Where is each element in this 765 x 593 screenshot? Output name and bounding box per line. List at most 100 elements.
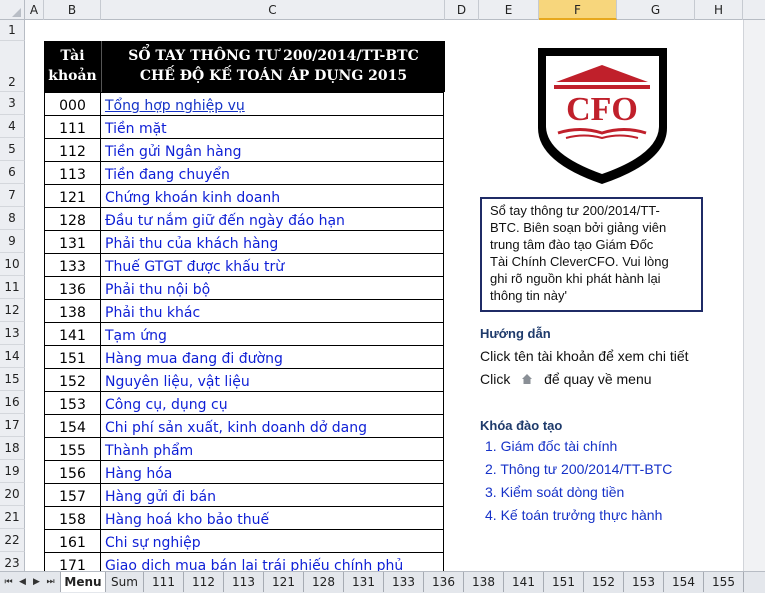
row-header[interactable]: 2 <box>0 41 25 92</box>
sheet-tab[interactable]: 112 <box>184 572 224 592</box>
sheet-tab[interactable]: 152 <box>584 572 624 592</box>
account-name-link[interactable]: Đầu tư nắm giữ đến ngày đáo hạn <box>100 207 444 231</box>
account-code: 157 <box>44 483 101 507</box>
column-header-f[interactable]: F <box>539 0 617 20</box>
row-header[interactable]: 15 <box>0 368 25 391</box>
column-header-a[interactable]: A <box>25 0 44 20</box>
row-header[interactable]: 7 <box>0 184 25 207</box>
sheet-tab[interactable]: 151 <box>544 572 584 592</box>
account-name-link[interactable]: Tiền mặt <box>100 115 444 139</box>
account-code: 138 <box>44 299 101 323</box>
course-link-2[interactable]: 2. Thông tư 200/2014/TT-BTC <box>485 461 672 477</box>
sheet-tab[interactable]: 133 <box>384 572 424 592</box>
table-header-account: Tài khoản <box>44 41 101 92</box>
home-icon[interactable] <box>520 372 534 386</box>
row-header[interactable]: 21 <box>0 506 25 529</box>
logo-text: CFO <box>566 91 638 128</box>
row-header[interactable]: 9 <box>0 230 25 253</box>
account-name-link[interactable]: Phải thu khác <box>100 299 444 323</box>
sheet-tab[interactable]: Sum <box>106 572 144 592</box>
row-header[interactable]: 8 <box>0 207 25 230</box>
column-header-b[interactable]: B <box>44 0 101 20</box>
account-code: 161 <box>44 529 101 553</box>
row-header[interactable]: 4 <box>0 115 25 138</box>
row-header[interactable]: 22 <box>0 529 25 552</box>
row-header[interactable]: 20 <box>0 483 25 506</box>
row-header[interactable]: 18 <box>0 437 25 460</box>
account-name-link[interactable]: Nguyên liệu, vật liệu <box>100 368 444 392</box>
row-header[interactable]: 17 <box>0 414 25 437</box>
info-textbox[interactable]: Sổ tay thông tư 200/2014/TT- BTC. Biên s… <box>480 197 703 312</box>
sheet-tab[interactable]: 111 <box>144 572 184 592</box>
guide-line-1: Click tên tài khoản để xem chi tiết <box>480 348 689 364</box>
sheet-tab[interactable]: 131 <box>344 572 384 592</box>
account-name-link[interactable]: Chi phí sản xuất, kinh doanh dở dang <box>100 414 444 438</box>
row-header[interactable]: 14 <box>0 345 25 368</box>
info-line: trung tâm đào tạo Giám Đốc <box>490 237 654 252</box>
prev-sheet-button[interactable]: ◀ <box>17 575 28 589</box>
account-code: 155 <box>44 437 101 461</box>
account-name-link[interactable]: Phải thu nội bộ <box>100 276 444 300</box>
vertical-scrollbar[interactable] <box>743 20 765 571</box>
column-header-c[interactable]: C <box>101 0 445 20</box>
account-name-link[interactable]: Hàng hóa <box>100 460 444 484</box>
info-line: thông tin này' <box>490 288 567 303</box>
header-title-line1: SỔ TAY THÔNG TƯ 200/2014/TT-BTC <box>128 48 419 64</box>
account-code: 112 <box>44 138 101 162</box>
account-name-link[interactable]: Hàng hoá kho bảo thuế <box>100 506 444 530</box>
row-header[interactable]: 11 <box>0 276 25 299</box>
column-header-d[interactable]: D <box>445 0 479 20</box>
account-name-link[interactable]: Phải thu của khách hàng <box>100 230 444 254</box>
row-header[interactable]: 6 <box>0 161 25 184</box>
sheet-tab[interactable]: 153 <box>624 572 664 592</box>
course-link-3[interactable]: 3. Kiểm soát dòng tiền <box>485 484 624 500</box>
column-header-e[interactable]: E <box>479 0 539 20</box>
guide-heading: Hướng dẫn <box>480 326 551 341</box>
account-name-link[interactable]: Hàng mua đang đi đường <box>100 345 444 369</box>
account-code: 133 <box>44 253 101 277</box>
sheet-tab[interactable]: 136 <box>424 572 464 592</box>
course-link-1[interactable]: 1. Giám đốc tài chính <box>485 438 617 454</box>
account-name-link[interactable]: Hàng gửi đi bán <box>100 483 444 507</box>
sheet-tab[interactable]: 155 <box>704 572 744 592</box>
row-header[interactable]: 3 <box>0 92 25 115</box>
select-all-corner[interactable] <box>0 0 25 20</box>
account-code: 154 <box>44 414 101 438</box>
account-name-link[interactable]: Tiền gửi Ngân hàng <box>100 138 444 162</box>
column-header-bar: A B C D E F G H <box>0 0 765 20</box>
info-line: ghi rõ nguồn khi phát hành lại <box>490 271 661 286</box>
sheet-tab[interactable]: 128 <box>304 572 344 592</box>
row-header[interactable]: 16 <box>0 391 25 414</box>
sheet-tab[interactable]: Menu <box>60 572 106 592</box>
first-sheet-button[interactable]: ⏮ <box>3 575 14 589</box>
account-name-link[interactable]: Tổng hợp nghiệp vụ <box>100 92 444 116</box>
row-header[interactable]: 1 <box>0 20 25 41</box>
row-header[interactable]: 12 <box>0 299 25 322</box>
row-header[interactable]: 5 <box>0 138 25 161</box>
account-name-link[interactable]: Công cụ, dụng cụ <box>100 391 444 415</box>
sheet-tab[interactable]: 113 <box>224 572 264 592</box>
column-header-h[interactable]: H <box>695 0 743 20</box>
next-sheet-button[interactable]: ▶ <box>31 575 42 589</box>
sheet-tab[interactable]: 154 <box>664 572 704 592</box>
guide-line-2-prefix: Click <box>480 371 511 387</box>
account-code: 152 <box>44 368 101 392</box>
account-name-link[interactable]: Tạm ứng <box>100 322 444 346</box>
account-code: 111 <box>44 115 101 139</box>
account-code: 151 <box>44 345 101 369</box>
course-link-4[interactable]: 4. Kế toán trưởng thực hành <box>485 507 662 523</box>
account-name-link[interactable]: Tiền đang chuyển <box>100 161 444 185</box>
sheet-tab[interactable]: 138 <box>464 572 504 592</box>
account-name-link[interactable]: Chi sự nghiệp <box>100 529 444 553</box>
account-name-link[interactable]: Thành phẩm <box>100 437 444 461</box>
row-header[interactable]: 19 <box>0 460 25 483</box>
account-name-link[interactable]: Chứng khoán kinh doanh <box>100 184 444 208</box>
table-header-title: SỔ TAY THÔNG TƯ 200/2014/TT-BTC CHẾ ĐỘ K… <box>101 41 445 92</box>
column-header-g[interactable]: G <box>617 0 695 20</box>
sheet-tab[interactable]: 141 <box>504 572 544 592</box>
account-name-link[interactable]: Thuế GTGT được khấu trừ <box>100 253 444 277</box>
last-sheet-button[interactable]: ⏭ <box>45 575 56 589</box>
row-header[interactable]: 13 <box>0 322 25 345</box>
sheet-tab[interactable]: 121 <box>264 572 304 592</box>
row-header[interactable]: 10 <box>0 253 25 276</box>
